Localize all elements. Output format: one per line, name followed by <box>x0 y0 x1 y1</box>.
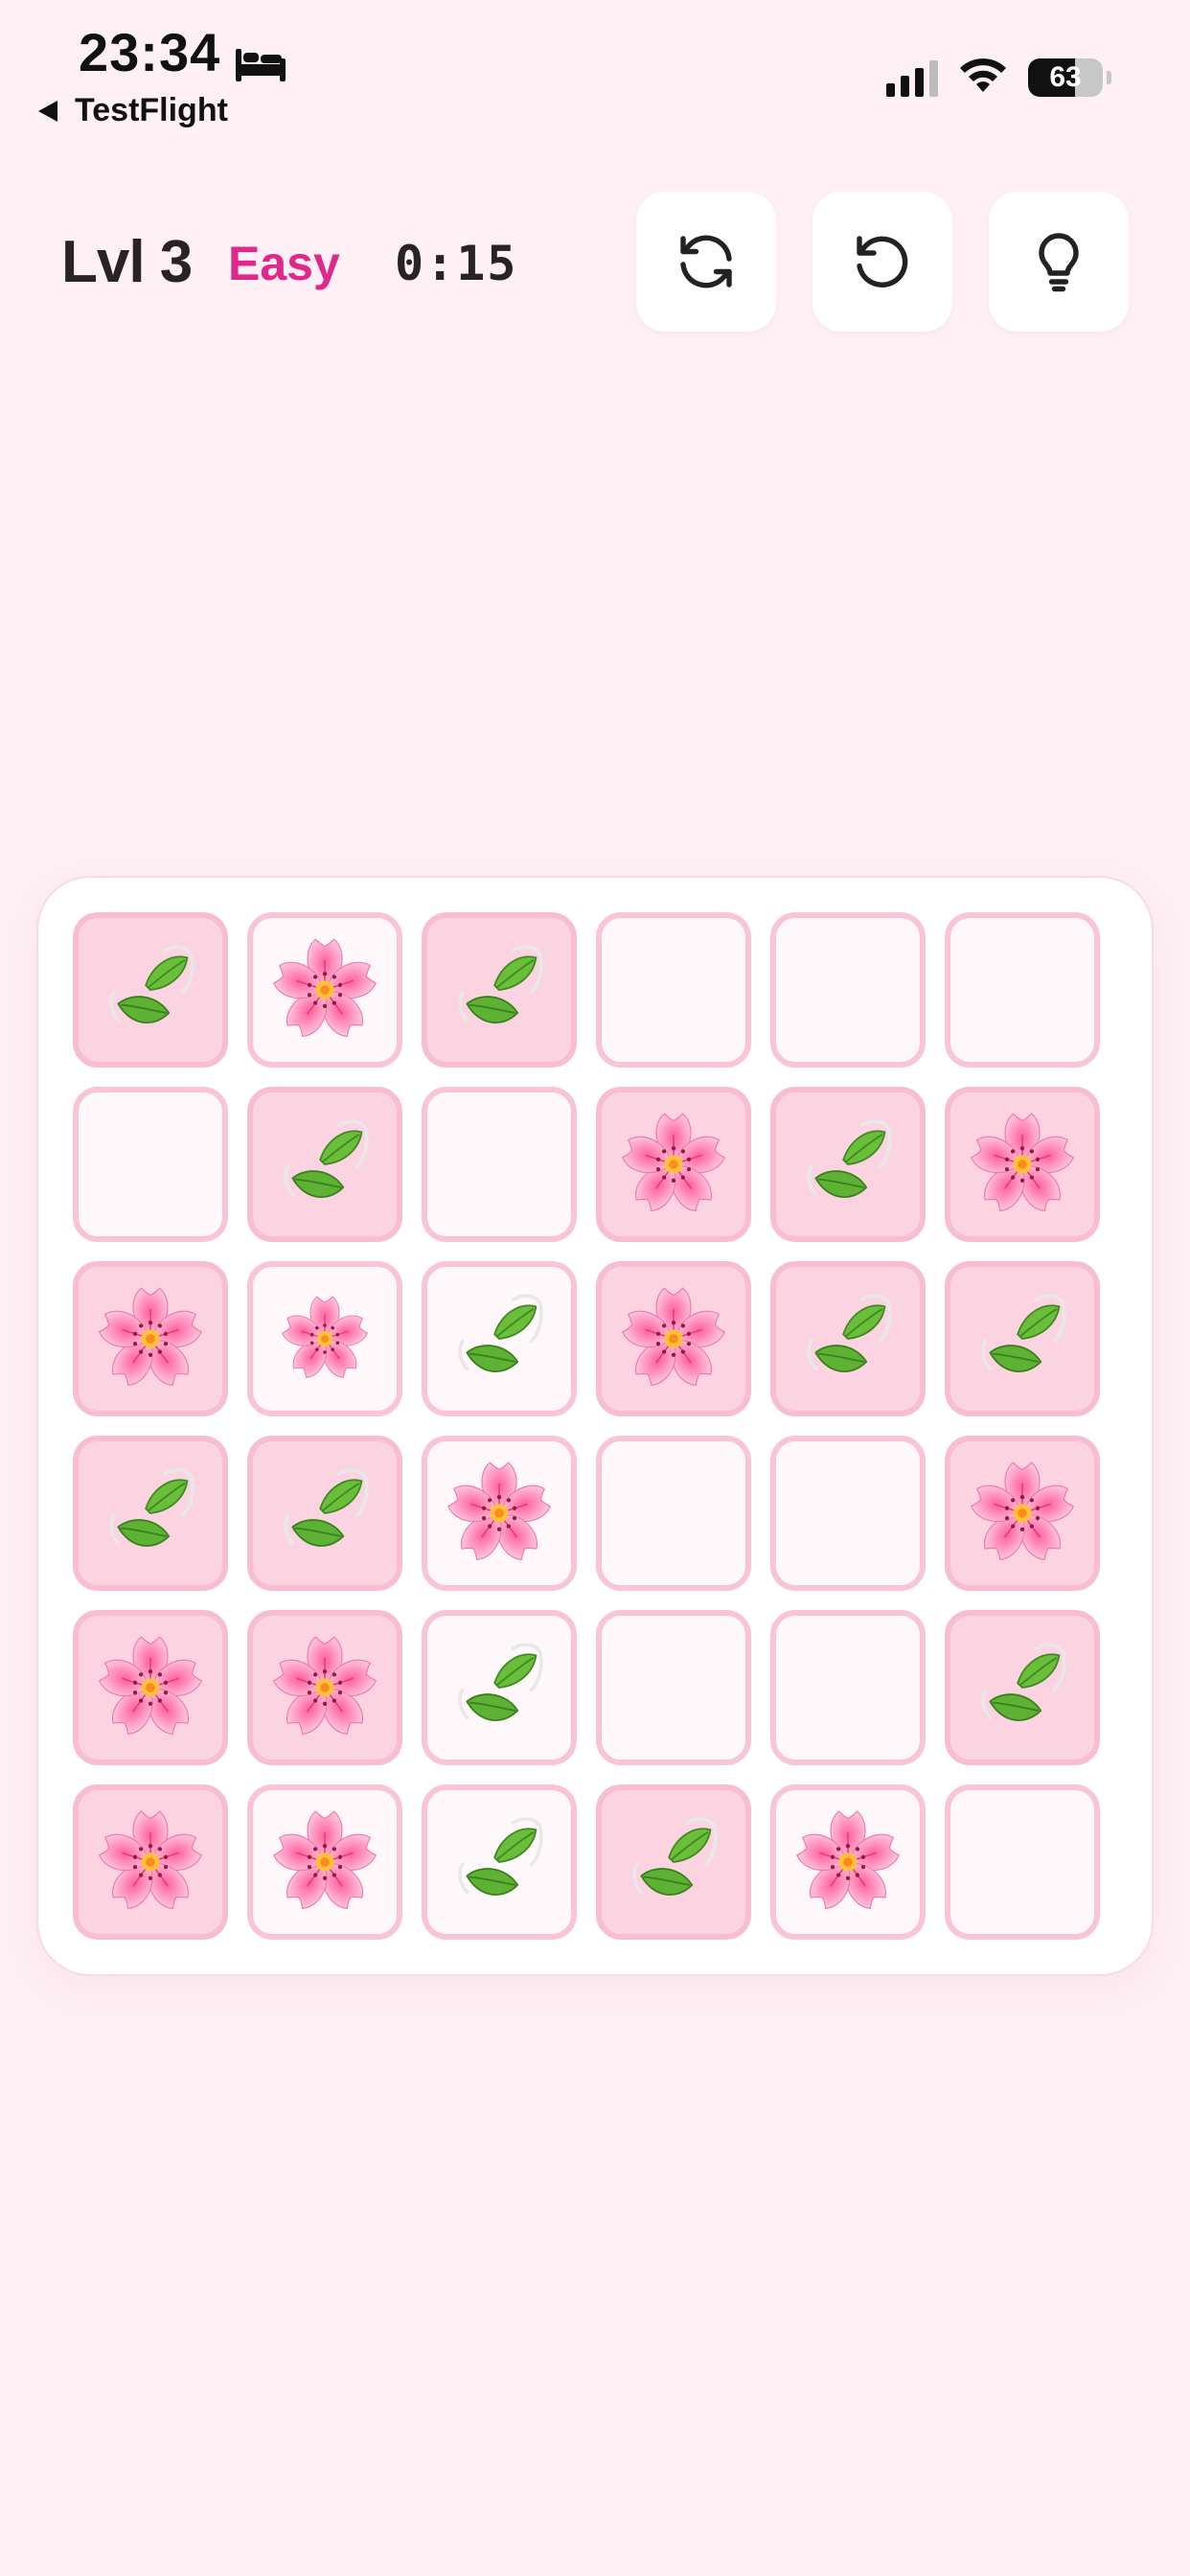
board-cell-r6-c2[interactable] <box>247 1784 402 1940</box>
board-cell-r3-c4[interactable] <box>596 1261 751 1416</box>
leaf-icon <box>632 1817 718 1896</box>
board-cell-r1-c5[interactable] <box>770 912 926 1068</box>
board-cell-r5-c3[interactable] <box>422 1610 577 1765</box>
leaf-icon <box>284 1468 369 1547</box>
back-to-testflight[interactable]: TestFlight <box>38 92 228 129</box>
wifi-icon <box>957 56 1009 99</box>
battery-percent: 63 <box>1049 60 1082 93</box>
board-cell-r2-c6[interactable] <box>945 1087 1100 1242</box>
battery-icon: 63 <box>1028 58 1103 97</box>
board-cell-r6-c6[interactable] <box>945 1784 1100 1940</box>
undo-button[interactable] <box>812 192 952 332</box>
status-indicators: 63 <box>886 56 1111 99</box>
board-cell-r4-c2[interactable] <box>247 1436 402 1591</box>
leaf-icon <box>458 1643 543 1721</box>
status-time: 23:34 <box>79 21 287 83</box>
hint-button[interactable] <box>989 192 1129 332</box>
leaf-icon <box>981 1294 1066 1372</box>
cherry-blossom-icon <box>99 1810 202 1909</box>
leaf-icon <box>109 945 195 1024</box>
board-cell-r6-c1[interactable] <box>73 1784 228 1940</box>
board-cell-r2-c3[interactable] <box>422 1087 577 1242</box>
back-label: TestFlight <box>75 92 228 128</box>
board-cell-r5-c4[interactable] <box>596 1610 751 1765</box>
board-cell-r5-c6[interactable] <box>945 1610 1100 1765</box>
board-cell-r1-c3[interactable] <box>422 912 577 1068</box>
board-cell-r6-c4[interactable] <box>596 1784 751 1940</box>
board-cell-r2-c4[interactable] <box>596 1087 751 1242</box>
board-cell-r6-c5[interactable] <box>770 1784 926 1940</box>
board-cell-r1-c4[interactable] <box>596 912 751 1068</box>
game-header: Lvl 3 Easy 0:15 <box>0 192 1190 332</box>
level-label: Lvl 3 <box>61 229 193 295</box>
status-bar: 23:34 TestFlight 63 <box>0 0 1190 144</box>
cherry-blossom-icon <box>971 1461 1074 1560</box>
board-cell-r4-c6[interactable] <box>945 1436 1100 1591</box>
cherry-blossom-icon <box>273 1810 377 1909</box>
board-cell-r6-c3[interactable] <box>422 1784 577 1940</box>
board-cell-r2-c2[interactable] <box>247 1087 402 1242</box>
timer: 0:15 <box>395 236 518 291</box>
board-cell-r4-c1[interactable] <box>73 1436 228 1591</box>
cherry-blossom-icon <box>796 1810 900 1909</box>
board-cell-r3-c6[interactable] <box>945 1261 1100 1416</box>
cherry-blossom-icon <box>622 1287 725 1386</box>
board-cell-r4-c3[interactable] <box>422 1436 577 1591</box>
cellular-signal-icon <box>886 58 938 97</box>
leaf-icon <box>807 1119 892 1198</box>
board-cell-r1-c1[interactable] <box>73 912 228 1068</box>
cherry-blossom-icon <box>622 1113 725 1211</box>
cherry-blossom-icon <box>971 1113 1074 1211</box>
board-cell-r5-c2[interactable] <box>247 1610 402 1765</box>
back-arrow-icon <box>38 100 57 122</box>
board-cell-r5-c5[interactable] <box>770 1610 926 1765</box>
board-cell-r2-c5[interactable] <box>770 1087 926 1242</box>
board-cell-r3-c5[interactable] <box>770 1261 926 1416</box>
refresh-icon <box>680 235 732 288</box>
cherry-blossom-icon <box>282 1296 368 1378</box>
leaf-icon <box>109 1468 195 1547</box>
cherry-blossom-icon <box>99 1636 202 1735</box>
undo-icon <box>857 236 908 288</box>
battery-cap <box>1107 70 1111 84</box>
clock-text: 23:34 <box>79 22 221 82</box>
cherry-blossom-icon <box>99 1287 202 1386</box>
board-cell-r4-c5[interactable] <box>770 1436 926 1591</box>
board-cell-r4-c4[interactable] <box>596 1436 751 1591</box>
sleep-bed-icon <box>234 34 287 81</box>
cherry-blossom-icon <box>273 938 377 1037</box>
leaf-icon <box>807 1294 892 1372</box>
cherry-blossom-icon <box>447 1461 551 1560</box>
board-cell-r3-c2[interactable] <box>247 1261 402 1416</box>
cherry-blossom-icon <box>273 1636 377 1735</box>
game-board <box>36 876 1154 1976</box>
board-cell-r1-c2[interactable] <box>247 912 402 1068</box>
board-cell-r5-c1[interactable] <box>73 1610 228 1765</box>
refresh-button[interactable] <box>636 192 776 332</box>
leaf-icon <box>458 1294 543 1372</box>
leaf-icon <box>981 1643 1066 1721</box>
leaf-icon <box>458 1817 543 1896</box>
board-cell-r3-c3[interactable] <box>422 1261 577 1416</box>
lightbulb-icon <box>1039 233 1079 292</box>
leaf-icon <box>284 1119 369 1198</box>
difficulty-label: Easy <box>228 237 340 290</box>
leaf-icon <box>458 945 543 1024</box>
board-cell-r1-c6[interactable] <box>945 912 1100 1068</box>
board-cell-r3-c1[interactable] <box>73 1261 228 1416</box>
board-cell-r2-c1[interactable] <box>73 1087 228 1242</box>
